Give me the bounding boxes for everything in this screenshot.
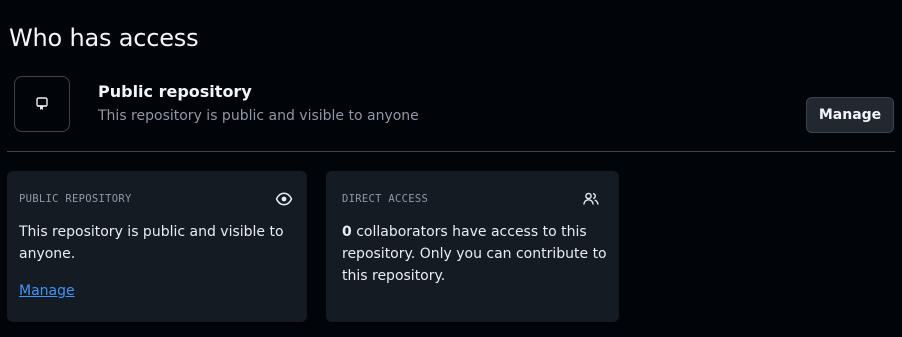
manage-visibility-button[interactable]: Manage xyxy=(806,97,894,133)
card-text: 0 collaborators have access to this repo… xyxy=(342,221,610,287)
manage-link[interactable]: Manage xyxy=(19,283,75,299)
direct-access-card: DIRECT ACCESS 0 collaborators have acces… xyxy=(326,171,619,322)
repo-icon xyxy=(36,97,48,110)
card-heading: PUBLIC REPOSITORY xyxy=(19,193,132,205)
eye-icon xyxy=(275,190,293,208)
card-text: This repository is public and visible to… xyxy=(19,224,284,262)
collaborator-text: collaborators have access to this reposi… xyxy=(342,224,607,284)
visibility-title: Public repository xyxy=(98,82,252,101)
page-title: Who has access xyxy=(9,24,199,52)
visibility-description: This repository is public and visible to… xyxy=(98,108,419,124)
collaborator-count: 0 xyxy=(342,224,352,240)
section-divider xyxy=(7,151,895,152)
repo-icon-box xyxy=(14,76,70,132)
public-repository-card: PUBLIC REPOSITORY This repository is pub… xyxy=(7,171,307,322)
card-heading: DIRECT ACCESS xyxy=(342,193,429,205)
people-icon xyxy=(582,190,600,208)
